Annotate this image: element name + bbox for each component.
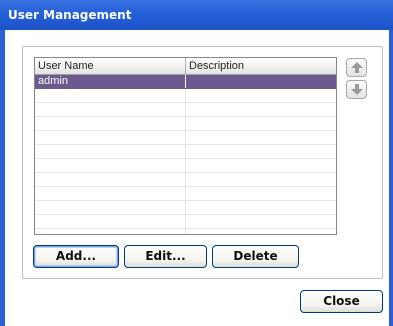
table-row-empty[interactable] [35,131,336,145]
table-body: admin [35,75,336,234]
cell-description [186,145,336,158]
move-up-button[interactable] [346,58,367,77]
user-management-dialog: User Management User Name Description ad… [0,0,393,326]
cell-user-name [35,229,186,234]
users-table[interactable]: User Name Description admin [34,57,337,235]
cell-user-name [35,89,186,102]
table-row-empty[interactable] [35,159,336,173]
table-row-empty[interactable] [35,103,336,117]
cell-description [186,117,336,130]
move-down-button[interactable] [346,80,367,99]
cell-user-name [35,173,186,186]
table-row-empty[interactable] [35,89,336,103]
table-row-empty[interactable] [35,201,336,215]
cell-user-name [35,201,186,214]
cell-description [186,89,336,102]
table-row[interactable]: admin [35,75,336,89]
table-row-empty[interactable] [35,229,336,234]
cell-user-name [35,145,186,158]
cell-description [186,159,336,172]
cell-user-name [35,187,186,200]
title-bar[interactable]: User Management [0,0,393,30]
cell-user-name: admin [35,75,186,88]
table-row-empty[interactable] [35,187,336,201]
table-row-empty[interactable] [35,215,336,229]
table-row-empty[interactable] [35,173,336,187]
arrow-up-icon [351,62,363,73]
cell-description [186,187,336,200]
cell-user-name [35,103,186,116]
cell-description [186,75,336,88]
cell-description [186,201,336,214]
table-row-empty[interactable] [35,117,336,131]
cell-description [186,173,336,186]
cell-description [186,215,336,228]
cell-user-name [35,215,186,228]
add-button[interactable]: Add... [33,245,119,268]
cell-description [186,131,336,144]
cell-user-name [35,159,186,172]
edit-button[interactable]: Edit... [124,245,207,268]
column-header-description[interactable]: Description [186,58,336,74]
table-header: User Name Description [35,58,336,75]
cell-user-name [35,131,186,144]
close-button[interactable]: Close [300,290,383,313]
delete-button[interactable]: Delete [212,245,299,268]
cell-description [186,229,336,234]
cell-description [186,103,336,116]
cell-user-name [35,117,186,130]
window-border-left [0,30,5,326]
window-border-right [389,30,393,326]
arrow-down-icon [351,84,363,95]
column-header-user-name[interactable]: User Name [35,58,186,74]
table-row-empty[interactable] [35,145,336,159]
window-title: User Management [8,8,132,22]
